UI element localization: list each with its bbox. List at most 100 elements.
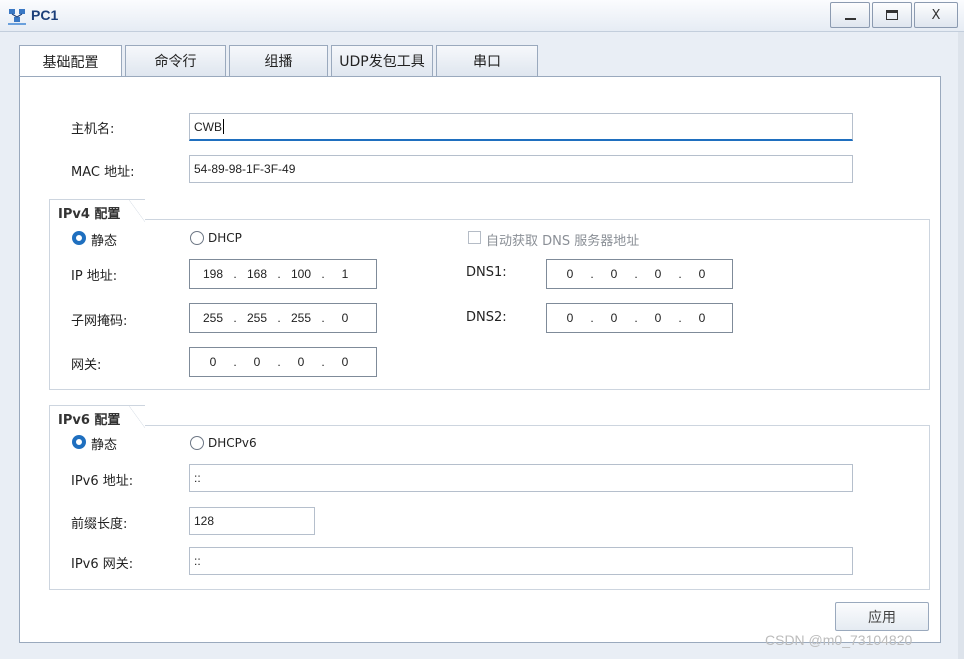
dns2-octet: 0 bbox=[610, 311, 618, 325]
ip-octet: 1 bbox=[341, 267, 349, 281]
gateway-octet: 0 bbox=[253, 355, 261, 369]
ipv6-group-title-text: IPv6 配置 bbox=[58, 413, 121, 428]
dns2-octet: 0 bbox=[698, 311, 706, 325]
ip-address-input[interactable]: 198. 168. 100. 1 bbox=[189, 259, 377, 289]
dns1-octet: 0 bbox=[698, 267, 706, 281]
dns2-input[interactable]: 0. 0. 0. 0 bbox=[546, 303, 733, 333]
dns1-octet: 0 bbox=[654, 267, 662, 281]
gateway-input[interactable]: 0. 0. 0. 0 bbox=[189, 347, 377, 377]
mac-address-field[interactable]: 54-89-98-1F-3F-49 bbox=[189, 155, 853, 183]
prefix-length-input[interactable]: 128 bbox=[189, 507, 315, 535]
dns1-input[interactable]: 0. 0. 0. 0 bbox=[546, 259, 733, 289]
dns1-octet: 0 bbox=[610, 267, 618, 281]
text-caret bbox=[223, 119, 224, 134]
ip-octet: 168 bbox=[246, 267, 268, 281]
group-tab-corner bbox=[129, 405, 145, 428]
octet-dot: . bbox=[678, 267, 682, 281]
tab-label: UDP发包工具 bbox=[339, 54, 425, 70]
watermark: CSDN @m0_73104820 bbox=[765, 632, 913, 648]
octet-dot: . bbox=[233, 311, 237, 325]
ipv6-gateway-value: :: bbox=[194, 554, 201, 568]
dns2-octet: 0 bbox=[566, 311, 574, 325]
apply-button[interactable]: 应用 bbox=[835, 602, 929, 631]
hostname-label: 主机名: bbox=[71, 122, 115, 137]
octet-dot: . bbox=[233, 355, 237, 369]
octet-dot: . bbox=[277, 355, 281, 369]
octet-dot: . bbox=[634, 311, 638, 325]
octet-dot: . bbox=[634, 267, 638, 281]
ipv6-group-title: IPv6 配置 bbox=[49, 405, 145, 428]
auto-dns-checkbox[interactable] bbox=[468, 231, 481, 244]
tab-multicast[interactable]: 组播 bbox=[229, 45, 328, 76]
maximize-button[interactable] bbox=[872, 2, 912, 28]
dns1-octet: 0 bbox=[566, 267, 574, 281]
ipv6-dhcp-label: DHCPv6 bbox=[208, 436, 257, 450]
ipv4-static-label: 静态 bbox=[91, 234, 118, 249]
mask-octet: 255 bbox=[246, 311, 268, 325]
subnet-mask-label: 子网掩码: bbox=[71, 314, 128, 329]
minimize-button[interactable] bbox=[830, 2, 870, 28]
ipv6-static-label: 静态 bbox=[91, 438, 118, 453]
tab-label: 基础配置 bbox=[42, 54, 99, 71]
window-title: PC1 bbox=[31, 7, 59, 23]
ipv6-static-radio[interactable] bbox=[72, 435, 86, 449]
close-icon: X bbox=[931, 7, 941, 23]
tab-basic-config[interactable]: 基础配置 bbox=[19, 45, 122, 77]
octet-dot: . bbox=[321, 267, 325, 281]
mac-label: MAC 地址: bbox=[71, 165, 135, 180]
dns1-label: DNS1: bbox=[466, 265, 507, 280]
prefix-length-label: 前缀长度: bbox=[71, 517, 128, 532]
maximize-icon bbox=[886, 10, 898, 20]
ip-address-label: IP 地址: bbox=[71, 269, 118, 284]
dns2-octet: 0 bbox=[654, 311, 662, 325]
title-bar: PC1 X bbox=[0, 0, 964, 32]
tab-command-line[interactable]: 命令行 bbox=[125, 45, 226, 76]
dns2-label: DNS2: bbox=[466, 310, 507, 325]
hostname-input[interactable]: CWB bbox=[189, 113, 853, 141]
ipv4-dhcp-label: DHCP bbox=[208, 231, 242, 245]
ipv6-address-input[interactable]: :: bbox=[189, 464, 853, 492]
ipv4-static-radio[interactable] bbox=[72, 231, 86, 245]
apply-label: 应用 bbox=[868, 609, 896, 626]
tab-label: 命令行 bbox=[154, 54, 197, 70]
tab-label: 串口 bbox=[473, 54, 501, 70]
octet-dot: . bbox=[321, 355, 325, 369]
tab-strip: 基础配置 命令行 组播 UDP发包工具 串口 bbox=[19, 45, 541, 77]
gateway-label: 网关: bbox=[71, 358, 102, 373]
ipv4-dhcp-radio[interactable] bbox=[190, 231, 204, 245]
auto-dns-label: 自动获取 DNS 服务器地址 bbox=[486, 234, 640, 249]
hostname-value: CWB bbox=[194, 119, 222, 134]
tab-label: 组播 bbox=[264, 54, 293, 70]
ipv6-gateway-label: IPv6 网关: bbox=[71, 557, 134, 572]
tab-serial[interactable]: 串口 bbox=[436, 45, 538, 76]
ipv6-dhcp-radio[interactable] bbox=[190, 436, 204, 450]
octet-dot: . bbox=[590, 267, 594, 281]
mac-value: 54-89-98-1F-3F-49 bbox=[194, 162, 296, 176]
ipv6-address-label: IPv6 地址: bbox=[71, 474, 134, 489]
gateway-octet: 0 bbox=[209, 355, 217, 369]
subnet-mask-input[interactable]: 255. 255. 255. 0 bbox=[189, 303, 377, 333]
close-button[interactable]: X bbox=[914, 2, 958, 28]
octet-dot: . bbox=[590, 311, 594, 325]
window-edge bbox=[958, 32, 964, 659]
octet-dot: . bbox=[277, 267, 281, 281]
ip-octet: 198 bbox=[202, 267, 224, 281]
octet-dot: . bbox=[678, 311, 682, 325]
octet-dot: . bbox=[233, 267, 237, 281]
mask-octet: 255 bbox=[202, 311, 224, 325]
tab-udp-tool[interactable]: UDP发包工具 bbox=[331, 45, 433, 76]
group-tab-corner bbox=[129, 199, 145, 222]
mask-octet: 0 bbox=[341, 311, 349, 325]
octet-dot: . bbox=[321, 311, 325, 325]
ipv4-group-title: IPv4 配置 bbox=[49, 199, 145, 222]
prefix-length-value: 128 bbox=[194, 514, 215, 528]
ip-octet: 100 bbox=[290, 267, 312, 281]
mask-octet: 255 bbox=[290, 311, 312, 325]
octet-dot: . bbox=[277, 311, 281, 325]
ipv6-gateway-input[interactable]: :: bbox=[189, 547, 853, 575]
pc-app-icon bbox=[8, 9, 26, 25]
minimize-icon bbox=[844, 18, 856, 20]
gateway-octet: 0 bbox=[341, 355, 349, 369]
gateway-octet: 0 bbox=[297, 355, 305, 369]
ipv6-address-value: :: bbox=[194, 471, 201, 485]
